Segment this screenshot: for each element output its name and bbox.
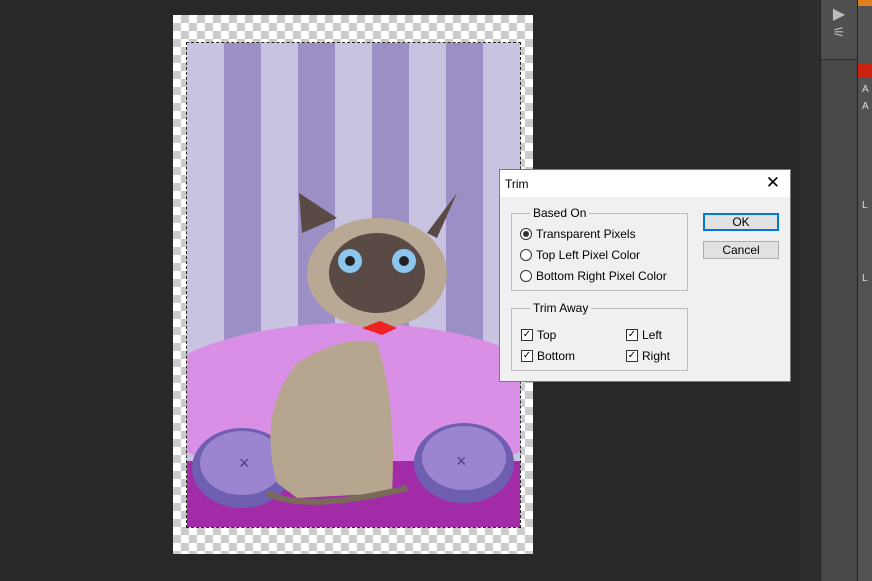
checkbox[interactable]: ✓ bbox=[626, 350, 638, 362]
trim-dialog: Trim ✕ Based On Transparent Pixels Top L… bbox=[499, 169, 791, 382]
svg-text:×: × bbox=[239, 453, 250, 473]
radio-label: Transparent Pixels bbox=[536, 227, 636, 241]
checkbox[interactable]: ✓ bbox=[521, 329, 533, 341]
close-icon[interactable]: ✕ bbox=[766, 173, 780, 193]
checkbox-label: Top bbox=[537, 328, 557, 342]
panel-label: L bbox=[862, 200, 868, 211]
checkbox-label: Left bbox=[642, 328, 663, 342]
radio-label: Bottom Right Pixel Color bbox=[536, 269, 667, 283]
cancel-button[interactable]: Cancel bbox=[703, 241, 779, 259]
play-icon[interactable]: ▶ bbox=[821, 0, 857, 24]
panel-label: A bbox=[862, 101, 869, 112]
svg-text:×: × bbox=[456, 451, 467, 471]
checkbox-bottom[interactable]: ✓ Bottom bbox=[521, 349, 575, 363]
ok-button[interactable]: OK bbox=[703, 213, 779, 231]
radio-button[interactable] bbox=[520, 249, 532, 261]
artwork-siamese-cat[interactable]: × × bbox=[186, 42, 521, 528]
adjustments-icon[interactable]: ⚟ bbox=[821, 24, 857, 41]
radio-button[interactable] bbox=[520, 228, 532, 240]
checkbox-left[interactable]: ✓ Left bbox=[626, 328, 662, 342]
based-on-legend: Based On bbox=[533, 206, 587, 220]
panel-gutter bbox=[800, 0, 820, 581]
radio-transparent-pixels[interactable]: Transparent Pixels bbox=[520, 227, 636, 241]
dialog-titlebar[interactable]: Trim ✕ bbox=[500, 170, 790, 197]
panel-label: A bbox=[862, 84, 869, 95]
dialog-title: Trim bbox=[505, 177, 529, 191]
trim-away-legend: Trim Away bbox=[533, 301, 589, 315]
checkbox[interactable]: ✓ bbox=[626, 329, 638, 341]
radio-button[interactable] bbox=[520, 270, 532, 282]
checkbox-right[interactable]: ✓ Right bbox=[626, 349, 670, 363]
checkbox-label: Right bbox=[642, 349, 671, 363]
side-panel: A A L L bbox=[858, 0, 872, 581]
checkbox-label: Bottom bbox=[537, 349, 576, 363]
collapsed-panel-dock: ▶ ⚟ bbox=[820, 0, 858, 581]
checkbox-top[interactable]: ✓ Top bbox=[521, 328, 556, 342]
radio-bottom-right-pixel-color[interactable]: Bottom Right Pixel Color bbox=[520, 269, 667, 283]
radio-top-left-pixel-color[interactable]: Top Left Pixel Color bbox=[520, 248, 640, 262]
panel-label: L bbox=[862, 273, 868, 284]
checkbox[interactable]: ✓ bbox=[521, 350, 533, 362]
radio-label: Top Left Pixel Color bbox=[536, 248, 641, 262]
